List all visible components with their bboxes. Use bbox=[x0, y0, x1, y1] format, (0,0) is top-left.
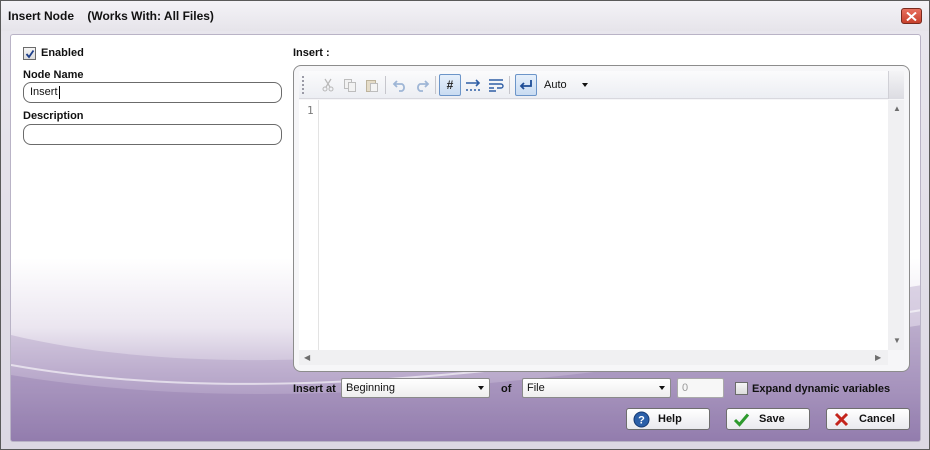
cancel-button[interactable]: Cancel bbox=[826, 408, 910, 430]
of-label: of bbox=[501, 383, 512, 395]
line-number: 1 bbox=[307, 104, 314, 117]
svg-text:?: ? bbox=[638, 415, 645, 427]
scroll-down-icon[interactable]: ▼ bbox=[893, 337, 901, 345]
toolbar-overflow[interactable] bbox=[888, 71, 904, 99]
scroll-left-icon[interactable]: ◀ bbox=[304, 354, 310, 362]
dialog-body: Enabled Node Name Insert Description Ins… bbox=[10, 34, 921, 442]
line-number-gutter: 1 bbox=[299, 100, 319, 350]
toolbar-grip[interactable] bbox=[302, 76, 304, 94]
enter-icon bbox=[519, 80, 532, 90]
vertical-scrollbar[interactable]: ▲ ▼ bbox=[888, 100, 904, 350]
cancel-icon bbox=[833, 411, 850, 428]
scroll-up-icon[interactable]: ▲ bbox=[893, 105, 901, 113]
chevron-down-icon bbox=[659, 386, 665, 390]
insert-at-select[interactable]: Beginning bbox=[341, 378, 490, 398]
text-caret bbox=[58, 85, 60, 99]
window-title: Insert Node (Works With: All Files) bbox=[8, 9, 214, 23]
whitespace-button[interactable] bbox=[463, 74, 485, 96]
toolbar-separator bbox=[435, 76, 436, 94]
toolbar-separator bbox=[509, 76, 510, 94]
insert-at-value: Beginning bbox=[346, 382, 395, 394]
node-name-label: Node Name bbox=[23, 69, 84, 81]
word-wrap-icon bbox=[489, 79, 504, 92]
redo-icon bbox=[417, 80, 430, 92]
checkmark-icon bbox=[733, 411, 750, 428]
expand-variables-label: Expand dynamic variables bbox=[752, 383, 891, 395]
whitespace-icon bbox=[466, 79, 482, 91]
copy-button[interactable] bbox=[339, 74, 361, 96]
node-name-value: Insert bbox=[30, 86, 58, 98]
toolbar-separator bbox=[385, 76, 386, 94]
undo-icon bbox=[392, 80, 405, 92]
save-label: Save bbox=[759, 413, 785, 425]
editor-toolbar: # Auto bbox=[299, 71, 904, 99]
word-wrap-button[interactable] bbox=[485, 74, 507, 96]
checkmark-icon bbox=[25, 49, 34, 58]
code-area[interactable]: 1 bbox=[299, 100, 904, 350]
cancel-label: Cancel bbox=[859, 413, 896, 425]
insert-editor: # Auto 1 ▲ ▼ ◀ ▶ bbox=[293, 65, 910, 372]
save-button[interactable]: Save bbox=[726, 408, 810, 430]
offset-field[interactable]: 0 bbox=[677, 378, 724, 398]
insert-node-dialog: Insert Node (Works With: All Files) Enab… bbox=[0, 0, 930, 450]
copy-icon bbox=[344, 79, 356, 92]
line-numbers-icon: # bbox=[446, 78, 454, 92]
help-icon: ? bbox=[633, 411, 650, 428]
node-name-field[interactable]: Insert bbox=[23, 82, 282, 103]
redo-button[interactable] bbox=[411, 74, 433, 96]
insert-label: Insert : bbox=[293, 47, 330, 59]
help-button[interactable]: ? Help bbox=[626, 408, 710, 430]
encoding-dropdown-arrow[interactable] bbox=[582, 83, 588, 87]
description-field[interactable] bbox=[23, 124, 282, 145]
encoding-value[interactable]: Auto bbox=[544, 79, 567, 91]
paste-icon bbox=[366, 80, 378, 92]
close-icon bbox=[906, 11, 917, 21]
horizontal-scrollbar[interactable]: ◀ ▶ bbox=[299, 350, 888, 365]
enabled-checkbox[interactable] bbox=[23, 47, 36, 60]
description-label: Description bbox=[23, 110, 84, 122]
of-select[interactable]: File bbox=[522, 378, 671, 398]
cut-button[interactable] bbox=[317, 74, 339, 96]
help-label: Help bbox=[658, 413, 682, 425]
expand-variables-checkbox[interactable] bbox=[735, 382, 748, 395]
scroll-right-icon[interactable]: ▶ bbox=[875, 354, 881, 362]
chevron-down-icon bbox=[478, 386, 484, 390]
line-numbers-button[interactable]: # bbox=[439, 74, 461, 96]
insert-at-label: Insert at bbox=[293, 383, 336, 395]
paste-button[interactable] bbox=[361, 74, 383, 96]
of-value: File bbox=[527, 382, 545, 394]
cut-icon bbox=[322, 78, 334, 92]
close-button[interactable] bbox=[901, 8, 922, 24]
enter-mode-button[interactable] bbox=[515, 74, 537, 96]
undo-button[interactable] bbox=[389, 74, 411, 96]
enabled-label: Enabled bbox=[41, 47, 84, 59]
title-bar: Insert Node (Works With: All Files) bbox=[1, 1, 929, 31]
offset-value: 0 bbox=[682, 382, 689, 394]
